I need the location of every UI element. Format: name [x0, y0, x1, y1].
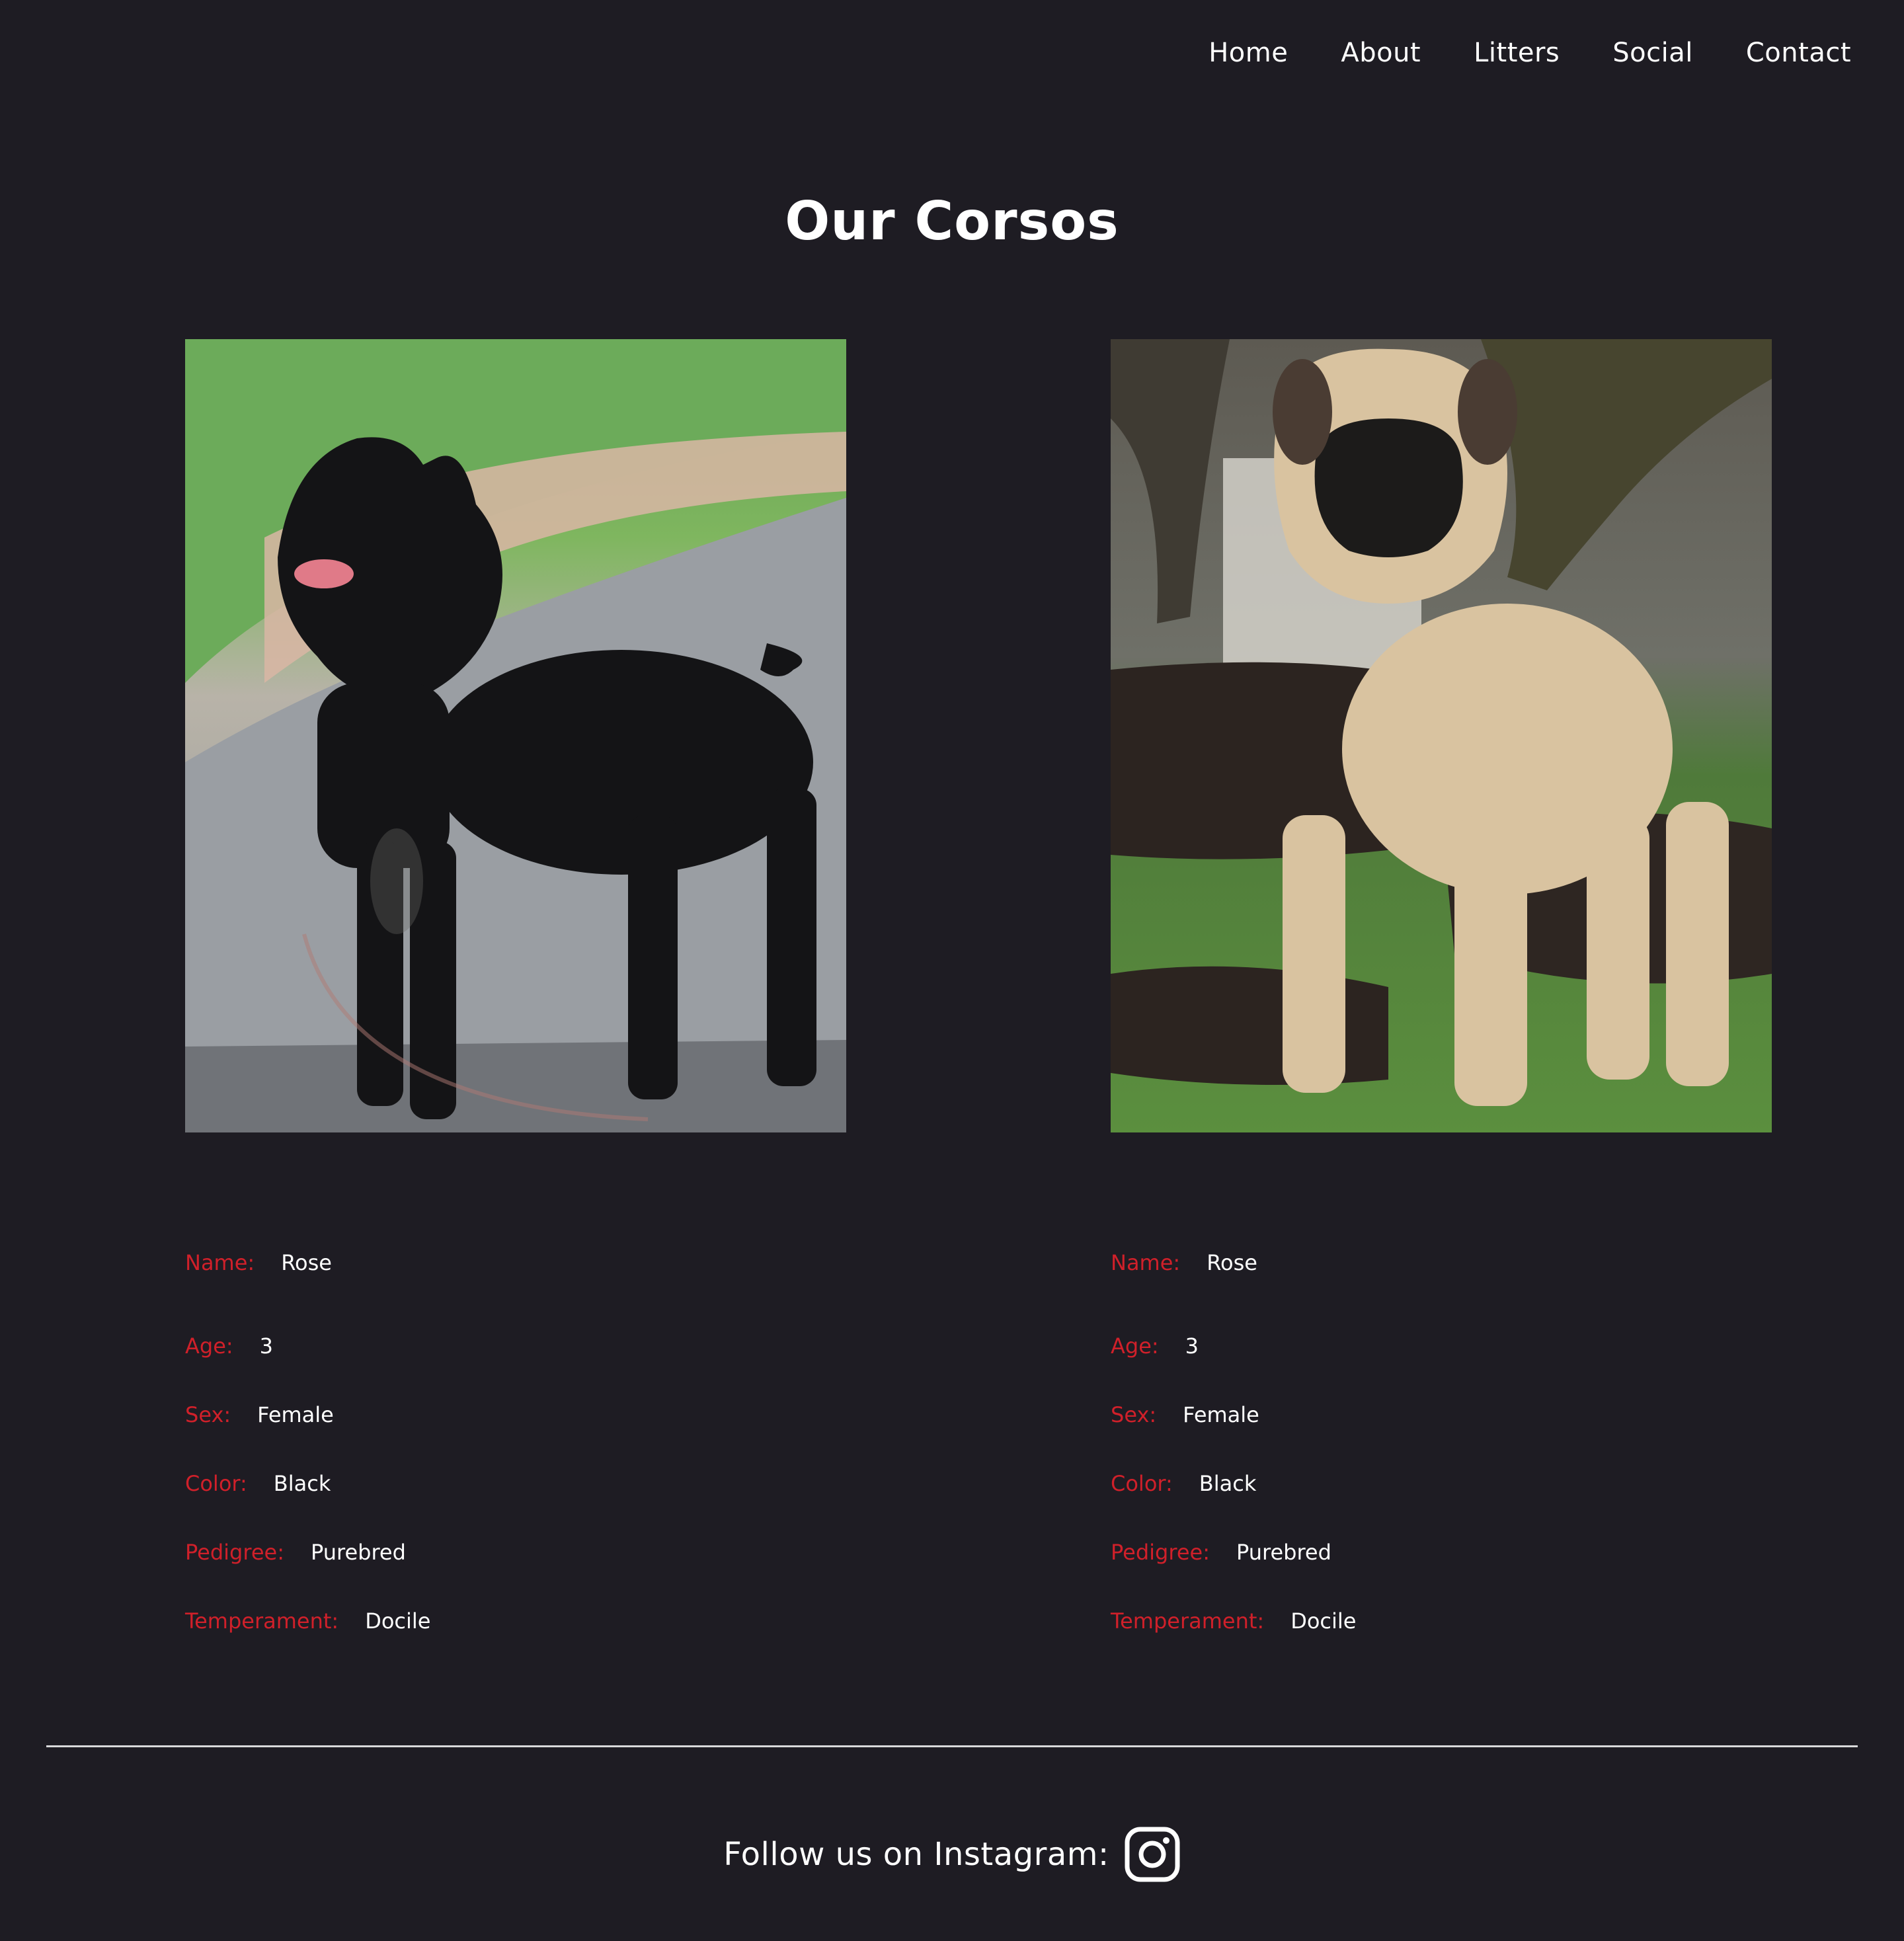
detail-row-temperament: Temperament: Docile — [1111, 1587, 1772, 1655]
nav-litters-link[interactable]: Litters — [1474, 38, 1560, 68]
instagram-link[interactable] — [1124, 1826, 1181, 1883]
dog-details-2: Name: Rose Age: 3 Sex: Female Color: Bla… — [1111, 1243, 1772, 1655]
detail-row-color: Color: Black — [185, 1449, 846, 1518]
main-nav: Home About Litters Social Contact — [1209, 33, 1851, 73]
detail-label: Pedigree: — [1111, 1540, 1210, 1565]
detail-label: Age: — [185, 1333, 233, 1359]
footer-instagram-text: Follow us on Instagram: — [723, 1836, 1109, 1873]
detail-label: Temperament: — [185, 1608, 339, 1634]
detail-row-temperament: Temperament: Docile — [185, 1587, 846, 1655]
detail-row-age: Age: 3 — [1111, 1312, 1772, 1380]
detail-value: Docile — [1290, 1608, 1357, 1634]
detail-value: Black — [273, 1471, 331, 1496]
detail-row-pedigree: Pedigree: Purebred — [1111, 1518, 1772, 1587]
detail-value: Rose — [1207, 1250, 1257, 1275]
detail-row-sex: Sex: Female — [185, 1380, 846, 1449]
detail-row-name: Name: Rose — [1111, 1243, 1772, 1283]
page-title: Our Corsos — [785, 190, 1119, 252]
detail-label: Temperament: — [1111, 1608, 1265, 1634]
detail-value: Female — [257, 1402, 334, 1427]
detail-value: Purebred — [310, 1540, 406, 1565]
fawn-mastiff-photo — [1111, 339, 1772, 1132]
footer: Follow us on Instagram: — [0, 1826, 1904, 1883]
detail-label: Name: — [1111, 1250, 1181, 1275]
nav-contact-link[interactable]: Contact — [1746, 38, 1851, 68]
detail-row-pedigree: Pedigree: Purebred — [185, 1518, 846, 1587]
detail-row-name: Name: Rose — [185, 1243, 846, 1283]
instagram-icon — [1125, 1827, 1180, 1882]
detail-value: 3 — [1185, 1333, 1199, 1359]
detail-value: Purebred — [1236, 1540, 1331, 1565]
nav-social-link[interactable]: Social — [1612, 38, 1693, 68]
dog-card-1: Name: Rose Age: 3 Sex: Female Color: Bla… — [185, 339, 846, 1655]
detail-label: Sex: — [1111, 1402, 1157, 1427]
detail-label: Name: — [185, 1250, 255, 1275]
detail-row-sex: Sex: Female — [1111, 1380, 1772, 1449]
nav-home-link[interactable]: Home — [1209, 38, 1288, 68]
nav-about-link[interactable]: About — [1341, 38, 1421, 68]
detail-value: Black — [1199, 1471, 1257, 1496]
detail-row-color: Color: Black — [1111, 1449, 1772, 1518]
dog-details-1: Name: Rose Age: 3 Sex: Female Color: Bla… — [185, 1243, 846, 1655]
detail-row-age: Age: 3 — [185, 1312, 846, 1380]
detail-value: Rose — [281, 1250, 332, 1275]
detail-value: 3 — [259, 1333, 274, 1359]
detail-label: Color: — [185, 1471, 247, 1496]
dog-card-2: Name: Rose Age: 3 Sex: Female Color: Bla… — [1111, 339, 1772, 1655]
detail-label: Color: — [1111, 1471, 1173, 1496]
footer-divider — [46, 1745, 1858, 1747]
detail-value: Docile — [365, 1608, 431, 1634]
detail-label: Age: — [1111, 1333, 1159, 1359]
black-cane-corso-photo — [185, 339, 846, 1132]
detail-value: Female — [1183, 1402, 1259, 1427]
detail-label: Sex: — [185, 1402, 231, 1427]
detail-label: Pedigree: — [185, 1540, 284, 1565]
